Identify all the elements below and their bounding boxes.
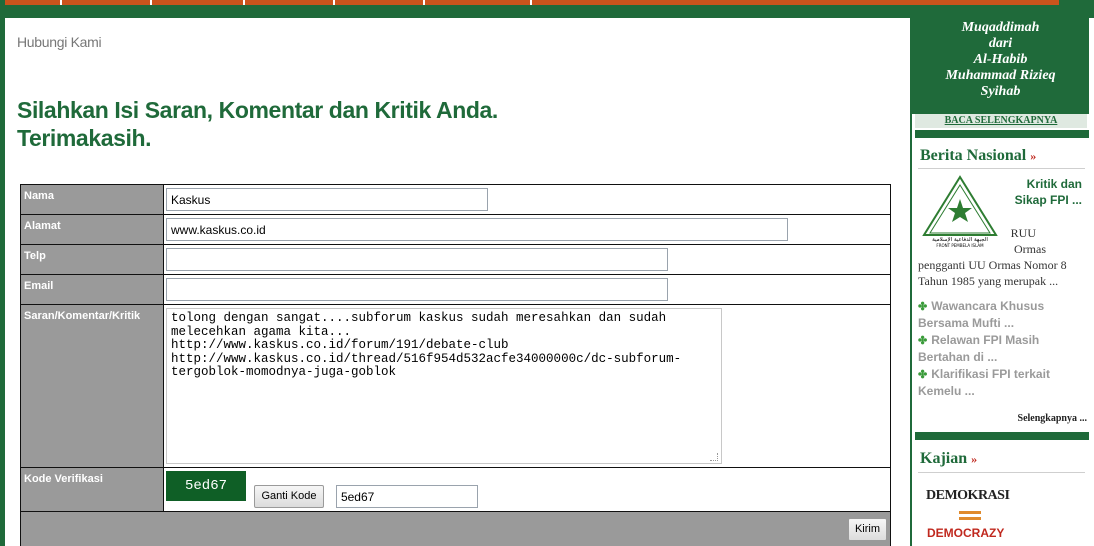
submit-button[interactable]: Kirim xyxy=(847,518,887,541)
resize-grip-icon[interactable] xyxy=(710,453,718,461)
related-news-text: Wawancara Khusus Bersama Mufti ... xyxy=(918,299,1045,330)
section-rule xyxy=(918,168,1085,169)
phone-label: Telp xyxy=(20,244,164,275)
email-input[interactable] xyxy=(166,278,668,301)
address-input[interactable] xyxy=(166,218,788,241)
email-label: Email xyxy=(20,274,164,305)
name-label: Nama xyxy=(20,184,164,215)
form-row-phone: Telp xyxy=(20,244,891,275)
related-news-item[interactable]: ✤ Klarifikasi FPI terkait Kemelu ... xyxy=(918,366,1088,399)
more-news-link[interactable]: Selengkapnya ... xyxy=(1018,413,1087,424)
name-input[interactable] xyxy=(166,188,488,211)
muqaddimah-line: Muhammad Rizieq xyxy=(945,68,1056,83)
form-row-submit: Kirim xyxy=(20,511,891,546)
right-sidebar: Muqaddimah dari Al-Habib Muhammad Rizieq… xyxy=(910,18,1094,546)
top-nav-bar xyxy=(0,0,1094,18)
captcha-cell: 5ed67 Ganti Kode xyxy=(163,467,891,512)
muqaddimah-line: Al-Habib xyxy=(973,52,1028,67)
phone-input[interactable] xyxy=(166,248,668,271)
democrazy-image-text[interactable]: DEMOCRAZY xyxy=(927,526,1004,540)
message-label: Saran/Komentar/Kritik xyxy=(20,304,164,468)
address-label: Alamat xyxy=(20,214,164,245)
page-title: Silahkan Isi Saran, Komentar dan Kritik … xyxy=(17,96,498,152)
news-body-rest: pengganti UU Ormas Nomor 8 Tahun 1985 ya… xyxy=(918,258,1067,288)
form-row-message: Saran/Komentar/Kritik tolong dengan sang… xyxy=(20,304,891,468)
phone-cell xyxy=(163,244,891,275)
contact-form: Nama Alamat Telp Email Saran/Komentar/Kr… xyxy=(20,184,891,546)
nav-tabs-strip[interactable] xyxy=(5,0,1059,5)
muqaddimah-banner[interactable]: Muqaddimah dari Al-Habib Muhammad Rizieq… xyxy=(912,18,1089,114)
star-bullet-icon: ✤ xyxy=(918,369,928,381)
nav-separator xyxy=(530,0,532,5)
form-row-address: Alamat xyxy=(20,214,891,245)
section-divider xyxy=(915,130,1089,138)
message-cell: tolong dengan sangat....subforum kaskus … xyxy=(163,304,891,468)
nav-separator xyxy=(243,0,245,5)
page-title-line2: Terimakasih. xyxy=(17,125,152,151)
captcha-image: 5ed67 xyxy=(166,471,246,501)
message-text: tolong dengan sangat....subforum kaskus … xyxy=(171,311,682,379)
news-body-ormas: Ormas xyxy=(1014,242,1046,256)
star-bullet-icon: ✤ xyxy=(918,335,928,347)
nav-separator xyxy=(333,0,335,5)
form-row-name: Nama xyxy=(20,184,891,215)
arrows-icon xyxy=(959,511,981,520)
captcha-label: Kode Verifikasi xyxy=(20,467,164,512)
address-cell xyxy=(163,214,891,245)
breadcrumb: Hubungi Kami xyxy=(17,34,102,50)
related-news-text: Klarifikasi FPI terkait Kemelu ... xyxy=(918,367,1050,398)
study-section-title[interactable]: Kajian» xyxy=(920,450,977,468)
nav-separator xyxy=(60,0,62,5)
related-news-item[interactable]: ✤ Relawan FPI Masih Bertahan di ... xyxy=(918,332,1088,365)
news-item-title[interactable]: Kritik dan Sikap FPI ... xyxy=(1012,176,1082,208)
double-chevron-icon: » xyxy=(1030,149,1037,163)
national-news-label: Berita Nasional xyxy=(920,147,1027,164)
muqaddimah-line: dari xyxy=(988,36,1013,51)
national-news-title[interactable]: Berita Nasional» xyxy=(920,147,1036,165)
muqaddimah-line: Syihab xyxy=(980,84,1021,99)
main-content: Hubungi Kami Silahkan Isi Saran, Komenta… xyxy=(0,18,910,546)
read-more-link[interactable]: BACA SELENGKAPNYA xyxy=(915,114,1087,128)
form-row-captcha: Kode Verifikasi 5ed67 Ganti Kode xyxy=(20,467,891,512)
nav-separator xyxy=(423,0,425,5)
form-row-email: Email xyxy=(20,274,891,305)
submit-cell: Kirim xyxy=(20,511,891,546)
refresh-captcha-button[interactable]: Ganti Kode xyxy=(254,485,324,508)
section-divider xyxy=(915,432,1089,440)
news-body-ruu: RUU xyxy=(1010,226,1036,240)
email-cell xyxy=(163,274,891,305)
message-textarea[interactable]: tolong dengan sangat....subforum kaskus … xyxy=(166,308,722,464)
page-title-line1: Silahkan Isi Saran, Komentar dan Kritik … xyxy=(17,97,498,123)
name-cell xyxy=(163,184,891,215)
news-item-body: RUU Ormas pengganti UU Ormas Nomor 8 Tah… xyxy=(918,225,1088,289)
captcha-input[interactable] xyxy=(335,485,478,508)
related-news-text: Relawan FPI Masih Bertahan di ... xyxy=(918,333,1040,364)
star-bullet-icon: ✤ xyxy=(918,301,928,313)
nav-separator xyxy=(150,0,152,5)
related-news-item[interactable]: ✤ Wawancara Khusus Bersama Mufti ... xyxy=(918,298,1088,331)
demokrasi-image-text[interactable]: DEMOKRASI xyxy=(926,488,1010,504)
muqaddimah-line: Muqaddimah xyxy=(961,20,1040,35)
double-chevron-icon: » xyxy=(971,452,978,466)
study-section-label: Kajian xyxy=(920,450,968,467)
section-rule xyxy=(918,472,1085,473)
